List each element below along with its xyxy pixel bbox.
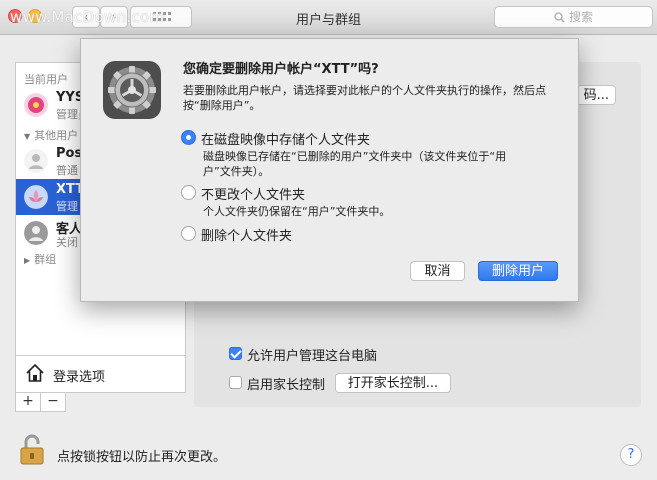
login-options-label: 登录选项 [53,370,106,385]
lotus-avatar [24,185,48,209]
option-store-disk-image-label: 在磁盘映像中存储个人文件夹 [201,133,371,148]
system-preferences-gear-icon [103,61,161,119]
delete-user-button[interactable]: 删除用户 [478,261,558,281]
dialog-message: 若要删除此用户帐户，请选择要对此帐户的个人文件夹执行的操作，然后点按“删除用户”… [183,84,546,112]
disclosure-down-icon: ▼ [24,132,31,141]
cancel-button[interactable]: 取消 [410,261,465,281]
guest-avatar [24,221,48,245]
disclosure-right-icon: ▶ [24,256,31,265]
groups-header[interactable]: ▶ 群组 [24,251,56,267]
search-icon [554,12,565,23]
option-keep-home-folder-desc: 个人文件夹仍保留在“用户”文件夹中。 [203,205,391,218]
dialog-title: 您确定要删除用户帐户“XTT”吗? [183,62,379,77]
option-keep-home-folder-label: 不更改个人文件夹 [201,188,306,203]
title-bar: ‹ › www.MacDown.com 用户与群组 搜索 [0,0,657,35]
option-delete-home-folder-label: 删除个人文件夹 [201,229,293,244]
other-users-label: 其他用户 [34,129,79,142]
open-parental-controls-button[interactable]: 打开家长控制... [335,373,451,393]
house-icon [26,363,44,382]
lock-icon[interactable] [19,434,45,466]
search-field[interactable]: 搜索 [494,6,653,28]
login-options-row[interactable]: 登录选项 [16,355,185,392]
parental-controls-label: 启用家长控制 [247,378,326,393]
radio-store-disk-image[interactable] [181,130,196,145]
delete-user-dialog: 您确定要删除用户帐户“XTT”吗? 若要删除此用户帐户，请选择要对此帐户的个人文… [80,38,579,302]
help-button[interactable]: ? [620,444,642,466]
groups-label: 群组 [34,253,57,266]
flower-avatar [24,93,48,117]
generic-user-avatar [24,149,48,173]
lock-message: 点按锁按钮以防止再次更改。 [57,450,227,465]
add-user-button[interactable]: + [16,393,41,411]
radio-delete-home-folder[interactable] [181,226,196,241]
other-users-header[interactable]: ▼ 其他用户 [24,127,78,143]
add-remove-bar: + − [15,392,66,412]
allow-admin-checkbox[interactable] [229,347,242,360]
user-role: 管理 [56,200,78,213]
allow-admin-label: 允许用户管理这台电脑 [247,349,378,364]
parental-controls-checkbox[interactable] [229,376,242,389]
user-role: 关闭 [56,236,78,249]
remove-user-button[interactable]: − [41,393,65,411]
search-placeholder: 搜索 [568,10,593,24]
radio-keep-home-folder[interactable] [181,185,196,200]
user-role: 普通 [56,164,78,177]
current-users-label: 当前用户 [24,73,68,86]
option-store-disk-image-desc: 磁盘映像已存储在“已删除的用户”文件夹中（该文件夹位于“用户”文件夹）。 [203,150,507,178]
